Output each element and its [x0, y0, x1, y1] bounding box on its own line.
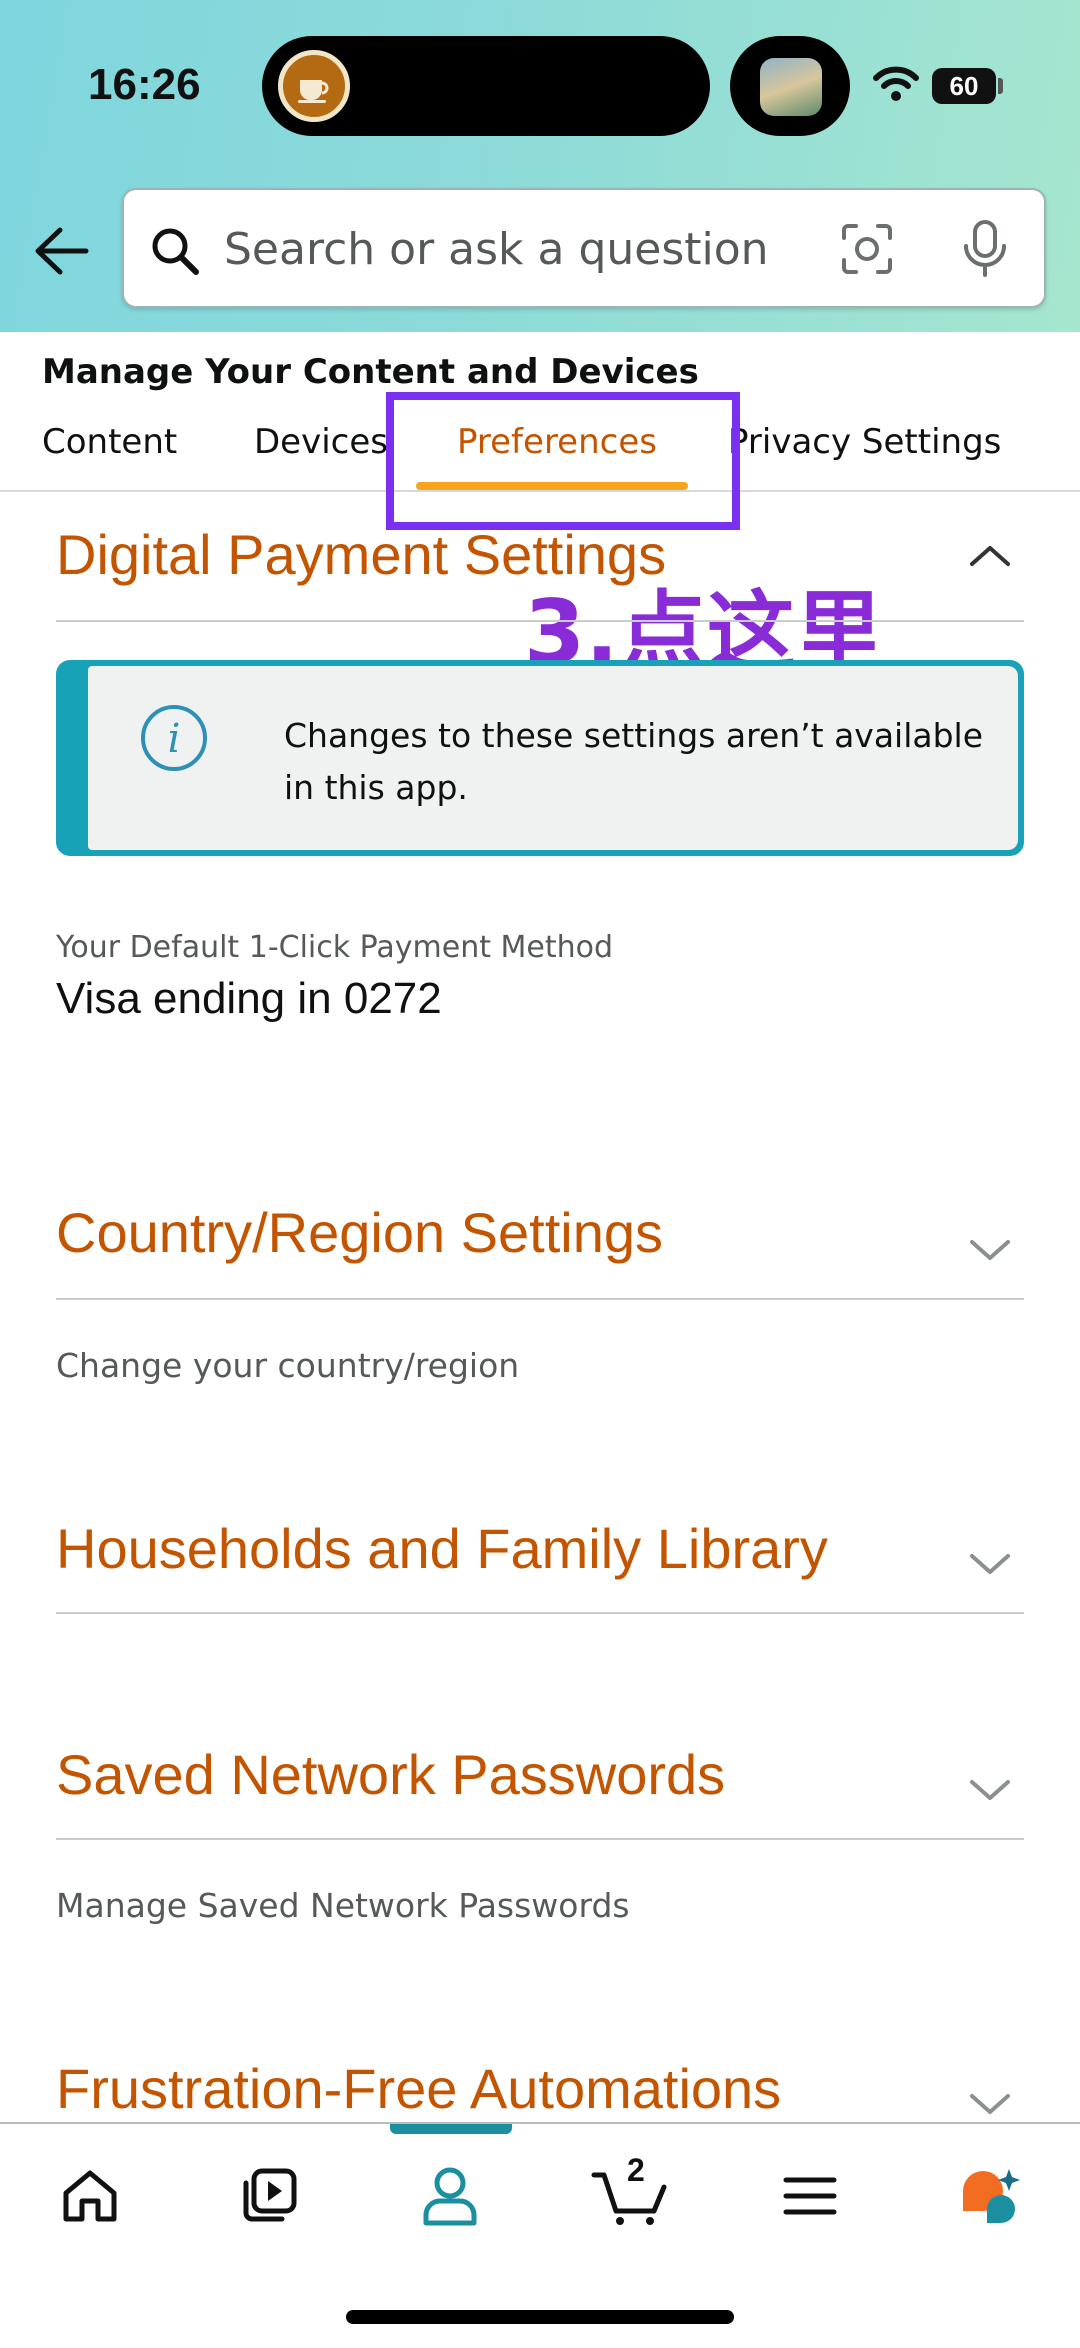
page-title: Manage Your Content and Devices	[42, 352, 699, 392]
account-icon[interactable]	[400, 2156, 500, 2236]
section-title-digital-payment[interactable]: Digital Payment Settings	[56, 522, 666, 587]
wifi-icon	[872, 64, 920, 108]
video-icon[interactable]	[220, 2156, 320, 2236]
annotation-highlight-box	[386, 392, 740, 530]
section-divider	[56, 620, 1024, 622]
tab-content[interactable]: Content	[42, 422, 177, 462]
chevron-up-icon[interactable]	[966, 540, 1014, 574]
status-time: 16:26	[88, 60, 201, 109]
chevron-down-icon[interactable]	[966, 1548, 1014, 1582]
tab-devices[interactable]: Devices	[254, 422, 388, 462]
chevron-down-icon[interactable]	[966, 1234, 1014, 1268]
svg-text:i: i	[168, 716, 181, 762]
active-nav-indicator	[390, 2124, 512, 2134]
section-title-frustration-free[interactable]: Frustration-Free Automations	[56, 2056, 781, 2121]
section-title-country-region[interactable]: Country/Region Settings	[56, 1200, 663, 1265]
payment-method-label: Your Default 1-Click Payment Method	[56, 930, 614, 965]
menu-icon[interactable]	[760, 2156, 860, 2236]
search-icon	[148, 224, 204, 284]
section-title-saved-passwords[interactable]: Saved Network Passwords	[56, 1742, 725, 1807]
section-divider	[56, 1298, 1024, 1300]
back-arrow-icon[interactable]	[32, 224, 90, 282]
search-bar[interactable]	[122, 188, 1046, 308]
info-icon: i	[138, 702, 210, 778]
battery-indicator: 60	[932, 68, 996, 104]
home-icon[interactable]	[40, 2156, 140, 2236]
tab-privacy-settings[interactable]: Privacy Settings	[728, 422, 1001, 462]
section-divider	[56, 1838, 1024, 1840]
section-subtitle-saved-passwords[interactable]: Manage Saved Network Passwords	[56, 1886, 630, 1925]
chevron-down-icon[interactable]	[966, 1774, 1014, 1808]
section-divider	[56, 1612, 1024, 1614]
section-subtitle-country-region[interactable]: Change your country/region	[56, 1346, 519, 1385]
rufus-assistant-icon[interactable]	[940, 2156, 1040, 2236]
battery-cap	[998, 78, 1003, 94]
info-alert: i Changes to these settings aren’t avail…	[56, 660, 1024, 856]
search-input[interactable]	[224, 216, 824, 282]
microphone-icon[interactable]	[958, 218, 1012, 284]
section-title-households[interactable]: Households and Family Library	[56, 1516, 828, 1581]
camera-lens-icon[interactable]	[838, 220, 896, 282]
home-indicator	[346, 2310, 734, 2324]
payment-method-value: Visa ending in 0272	[56, 974, 442, 1023]
alert-message: Changes to these settings aren’t availab…	[284, 716, 984, 807]
chevron-down-icon[interactable]	[966, 2088, 1014, 2122]
cart-count-badge: 2	[627, 2152, 645, 2188]
live-activity-thumbnail	[760, 58, 822, 116]
info-alert-body: i Changes to these settings aren’t avail…	[88, 666, 1018, 850]
live-activity-app-icon	[278, 50, 350, 122]
